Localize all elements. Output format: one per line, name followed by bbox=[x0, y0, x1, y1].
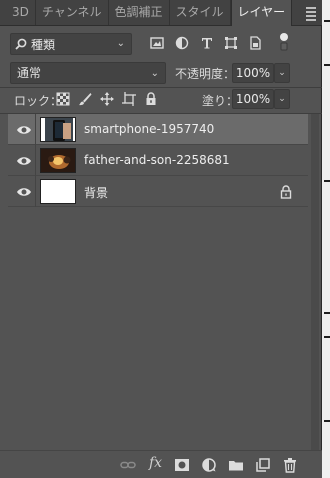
add-mask-icon[interactable] bbox=[174, 457, 190, 473]
lock-artboard-icon[interactable] bbox=[122, 92, 136, 106]
search-icon bbox=[15, 38, 27, 50]
delete-layer-icon[interactable] bbox=[282, 457, 298, 473]
eye-icon[interactable] bbox=[16, 124, 32, 136]
blend-mode-select[interactable]: 通常 ⌄ bbox=[10, 62, 166, 84]
tab-adjustments[interactable]: 色調補正 bbox=[109, 0, 170, 25]
type-filter-icon[interactable] bbox=[200, 36, 214, 50]
adjustment-filter-icon[interactable] bbox=[175, 36, 189, 50]
opacity-label: 不透明度： bbox=[175, 67, 236, 81]
canvas-edge bbox=[322, 0, 330, 478]
tab-layers[interactable]: レイヤー bbox=[230, 0, 293, 26]
chevron-down-icon: ⌄ bbox=[116, 38, 125, 49]
fill-dropdown-icon[interactable]: ⌄ bbox=[274, 89, 290, 109]
layer-name[interactable]: father-and-son-2258681 bbox=[84, 153, 230, 167]
lock-label: ロック： bbox=[14, 94, 63, 108]
layer-thumbnail bbox=[40, 148, 76, 173]
layers-bottom-toolbar: fx bbox=[0, 450, 322, 478]
opacity-input[interactable]: 100% bbox=[232, 63, 274, 83]
lock-row: ロック： 塗り： 100% ⌄ bbox=[0, 86, 322, 112]
layer-thumbnail bbox=[40, 179, 76, 204]
filter-toggle-icon[interactable] bbox=[278, 32, 290, 52]
lock-transparent-pixels-icon[interactable] bbox=[56, 92, 70, 106]
layer-thumbnail bbox=[40, 117, 76, 142]
lock-image-pixels-icon[interactable] bbox=[78, 92, 92, 106]
layer-row-smartphone[interactable]: smartphone-1957740 bbox=[8, 114, 308, 145]
chevron-down-icon: ⌄ bbox=[150, 68, 159, 79]
layers-panel: 3D チャンネル 色調補正 スタイル レイヤー 種類 ⌄ 通常 ⌄ 不透明度： … bbox=[0, 0, 322, 478]
panel-tabs: 3D チャンネル 色調補正 スタイル レイヤー bbox=[0, 0, 322, 26]
smart-object-filter-icon[interactable] bbox=[248, 36, 262, 50]
blend-row: 通常 ⌄ 不透明度： 100% ⌄ bbox=[0, 58, 322, 86]
lock-icon[interactable] bbox=[280, 185, 292, 199]
lock-all-icon[interactable] bbox=[144, 92, 158, 106]
layer-row-father-and-son[interactable]: father-and-son-2258681 bbox=[8, 145, 308, 176]
link-layers-icon[interactable] bbox=[120, 457, 136, 473]
adjustment-layer-icon[interactable] bbox=[201, 457, 217, 473]
layer-filter-row: 種類 ⌄ bbox=[0, 28, 322, 58]
tab-styles[interactable]: スタイル bbox=[170, 0, 231, 25]
filter-kind-label: 種類 bbox=[31, 37, 56, 52]
fill-input[interactable]: 100% bbox=[232, 89, 274, 109]
pixel-filter-icon[interactable] bbox=[150, 36, 164, 50]
new-group-icon[interactable] bbox=[228, 457, 244, 473]
tab-3d[interactable]: 3D bbox=[0, 0, 36, 25]
layers-scrollbar[interactable] bbox=[311, 114, 319, 450]
tab-channels[interactable]: チャンネル bbox=[36, 0, 109, 25]
panel-menu-icon[interactable] bbox=[306, 7, 316, 23]
shape-filter-icon[interactable] bbox=[224, 36, 238, 50]
layers-list: smartphone-1957740 father-and-son-225868… bbox=[8, 114, 308, 450]
layer-name[interactable]: 背景 bbox=[84, 184, 108, 201]
opacity-dropdown-icon[interactable]: ⌄ bbox=[274, 63, 290, 83]
eye-icon[interactable] bbox=[16, 186, 32, 198]
filter-kind-select[interactable]: 種類 ⌄ bbox=[10, 33, 132, 55]
lock-position-icon[interactable] bbox=[100, 92, 114, 106]
eye-icon[interactable] bbox=[16, 155, 32, 167]
blend-mode-value: 通常 bbox=[17, 66, 42, 80]
layer-row-background[interactable]: 背景 bbox=[8, 176, 308, 207]
layer-style-button[interactable]: fx bbox=[149, 455, 162, 471]
layer-name[interactable]: smartphone-1957740 bbox=[84, 122, 214, 136]
new-layer-icon[interactable] bbox=[255, 457, 271, 473]
